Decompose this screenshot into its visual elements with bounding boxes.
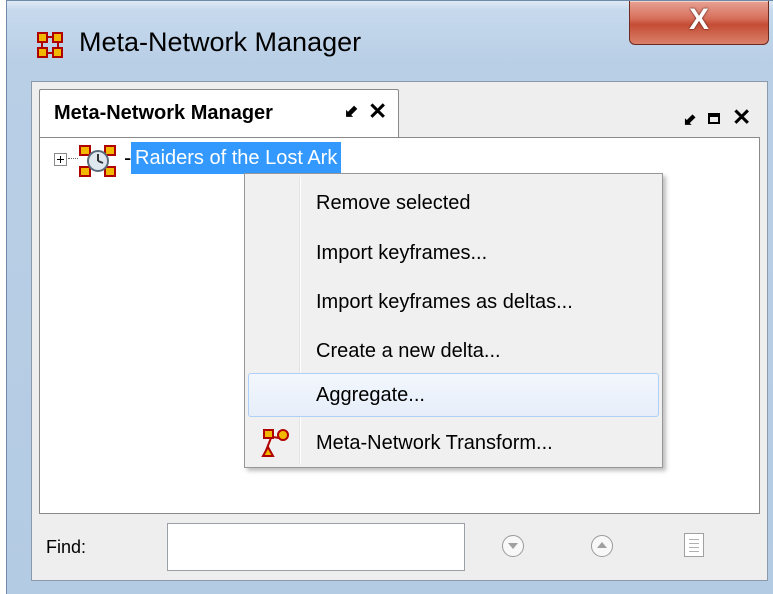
find-input[interactable] [167, 523, 465, 571]
find-previous-button[interactable] [591, 535, 613, 557]
context-menu: Remove selected Import keyframes... Impo… [244, 173, 663, 468]
menu-item-label: Remove selected [316, 192, 471, 214]
meta-network-icon [37, 32, 63, 58]
tab-close-icon[interactable]: ✕ [368, 98, 387, 125]
list-icon-line [689, 547, 699, 548]
panel-maximize-icon[interactable] [708, 113, 720, 124]
transform-icon [261, 429, 289, 457]
find-label: Find: [46, 537, 87, 557]
menu-item-create-new-delta[interactable]: Create a new delta... [248, 329, 659, 373]
menu-item-label: Aggregate... [316, 384, 425, 406]
chevron-up-icon [597, 542, 607, 548]
menu-item-label: Import keyframes... [316, 242, 488, 264]
list-icon-line [689, 551, 699, 552]
window-title: Meta-Network Manager [79, 27, 362, 57]
chevron-down-icon [508, 543, 518, 549]
menu-item-import-keyframes[interactable]: Import keyframes... [248, 231, 659, 275]
tree-connector [68, 158, 78, 159]
menu-item-remove-selected[interactable]: Remove selected [248, 181, 659, 225]
menu-item-label: Create a new delta... [316, 340, 501, 362]
tab-label: Meta-Network Manager [54, 102, 273, 124]
tab-meta-network-manager[interactable]: Meta-Network Manager ⬋ ✕ [39, 89, 399, 137]
meta-network-node-icon [79, 145, 116, 177]
menu-item-label: Import keyframes as deltas... [316, 291, 573, 313]
undock-icon[interactable]: ⬋ [344, 102, 358, 122]
panel-close-icon[interactable]: ✕ [732, 104, 751, 131]
window-close-button[interactable]: X [629, 1, 769, 45]
menu-item-aggregate[interactable]: Aggregate... [248, 373, 659, 417]
find-results-list-button[interactable] [684, 533, 704, 557]
title-bar[interactable]: Meta-Network Manager X [7, 1, 773, 79]
panel-undock-icon[interactable]: ⬋ [683, 110, 696, 130]
list-icon-line [689, 539, 699, 540]
find-next-button[interactable] [502, 535, 524, 557]
menu-item-label: Meta-Network Transform... [316, 432, 553, 454]
close-icon: X [688, 3, 709, 36]
expand-icon[interactable] [54, 153, 67, 166]
menu-item-meta-network-transform[interactable]: Meta-Network Transform... [248, 421, 659, 465]
tree-node-label[interactable]: Raiders of the Lost Ark [131, 142, 342, 174]
list-icon-line [689, 543, 699, 544]
menu-item-import-keyframes-as-deltas[interactable]: Import keyframes as deltas... [248, 280, 659, 324]
